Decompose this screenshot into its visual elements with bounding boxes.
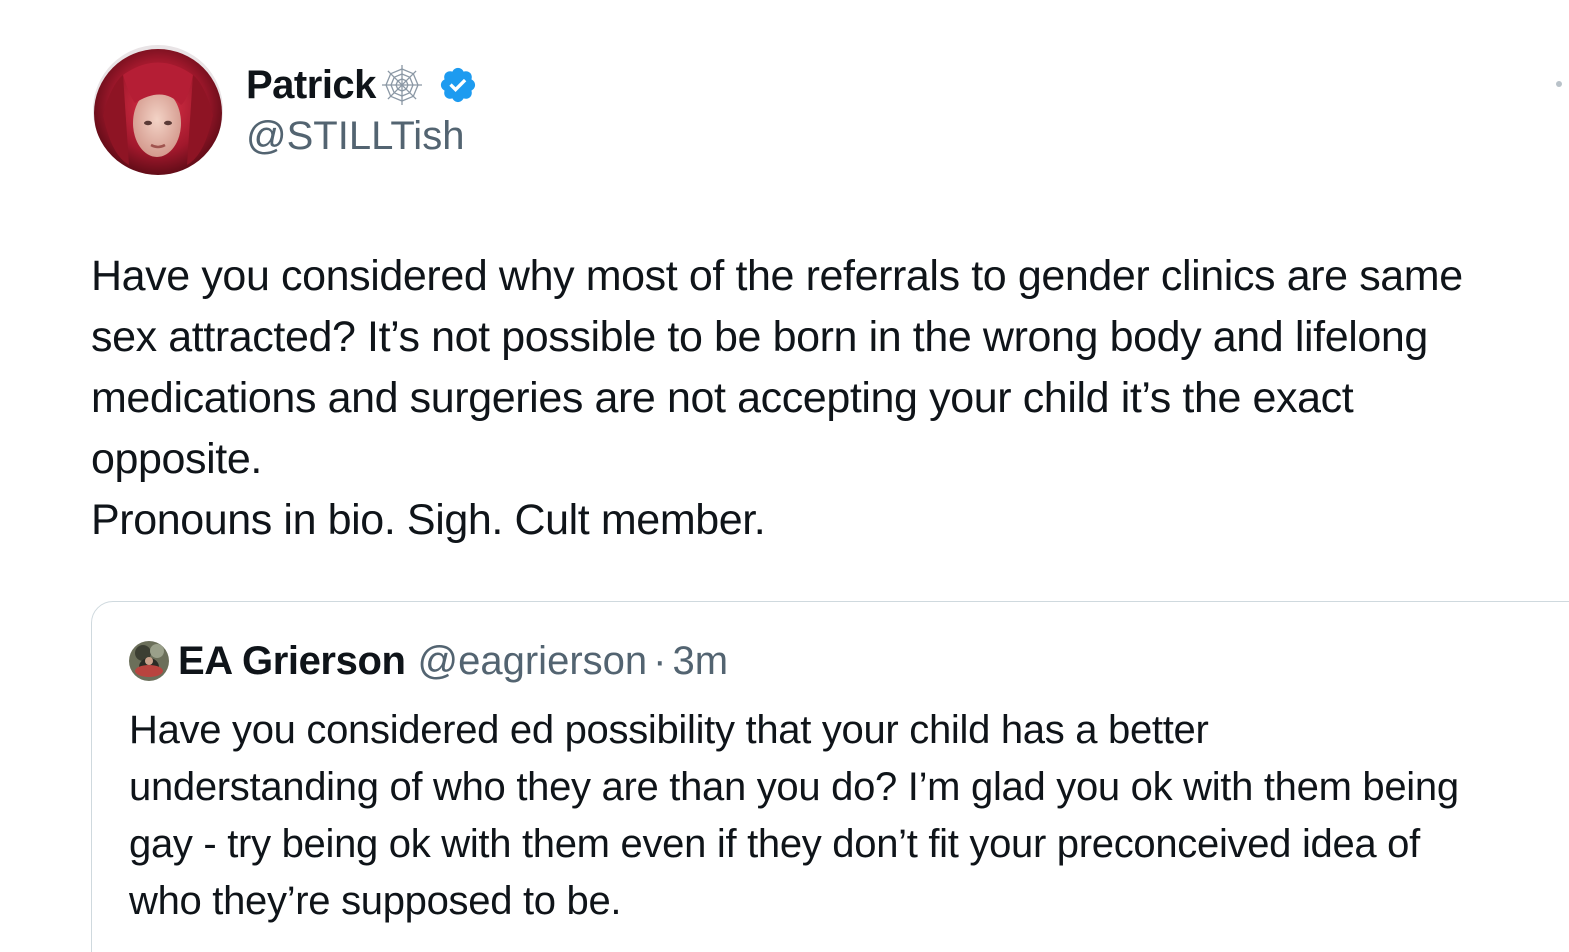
quoted-author-display-name[interactable]: EA Grierson	[178, 639, 406, 684]
tweet-text-line: sex attracted? It’s not possible to be b…	[91, 313, 1428, 361]
quoted-tweet[interactable]: EA Grierson @eagrierson · 3m Have you co…	[91, 601, 1569, 952]
author-avatar[interactable]	[93, 45, 223, 175]
spider-web-icon	[381, 65, 422, 105]
quoted-author-avatar[interactable]	[129, 641, 169, 681]
tweet-card: Patrick @STILLTish Have you considered w…	[0, 0, 1569, 952]
tweet-text: Have you considered why most of the refe…	[91, 246, 1551, 551]
tweet-text-line: Pronouns in bio. Sigh. Cult member.	[91, 496, 766, 544]
quoted-separator: ·	[653, 638, 667, 683]
verified-icon[interactable]	[438, 65, 478, 105]
author-avatar-image	[93, 45, 223, 175]
more-options-icon[interactable]	[1556, 81, 1562, 87]
quoted-text-line: Have you considered ed possibility that …	[129, 708, 1209, 752]
quoted-timestamp[interactable]: 3m	[672, 639, 728, 684]
tweet-text-line: medications and surgeries are not accept…	[91, 374, 1354, 422]
author-handle[interactable]: @STILLTish	[246, 113, 464, 159]
quoted-author-avatar-image	[129, 641, 169, 681]
quoted-text-line: gay - try being ok with them even if the…	[129, 822, 1420, 866]
tweet-text-line: Have you considered why most of the refe…	[91, 252, 1463, 300]
tweet-text-line: opposite.	[91, 435, 262, 483]
quoted-tweet-header: EA Grierson @eagrierson · 3m	[129, 638, 728, 684]
quoted-text-line: understanding of who they are than you d…	[129, 765, 1459, 809]
author-display-name[interactable]: Patrick	[246, 62, 376, 108]
author-name-row: Patrick	[246, 62, 478, 108]
quoted-author-handle[interactable]: @eagrierson	[418, 639, 648, 684]
quoted-text-line: who they’re supposed to be.	[129, 879, 622, 923]
quoted-tweet-text: Have you considered ed possibility that …	[129, 702, 1569, 930]
